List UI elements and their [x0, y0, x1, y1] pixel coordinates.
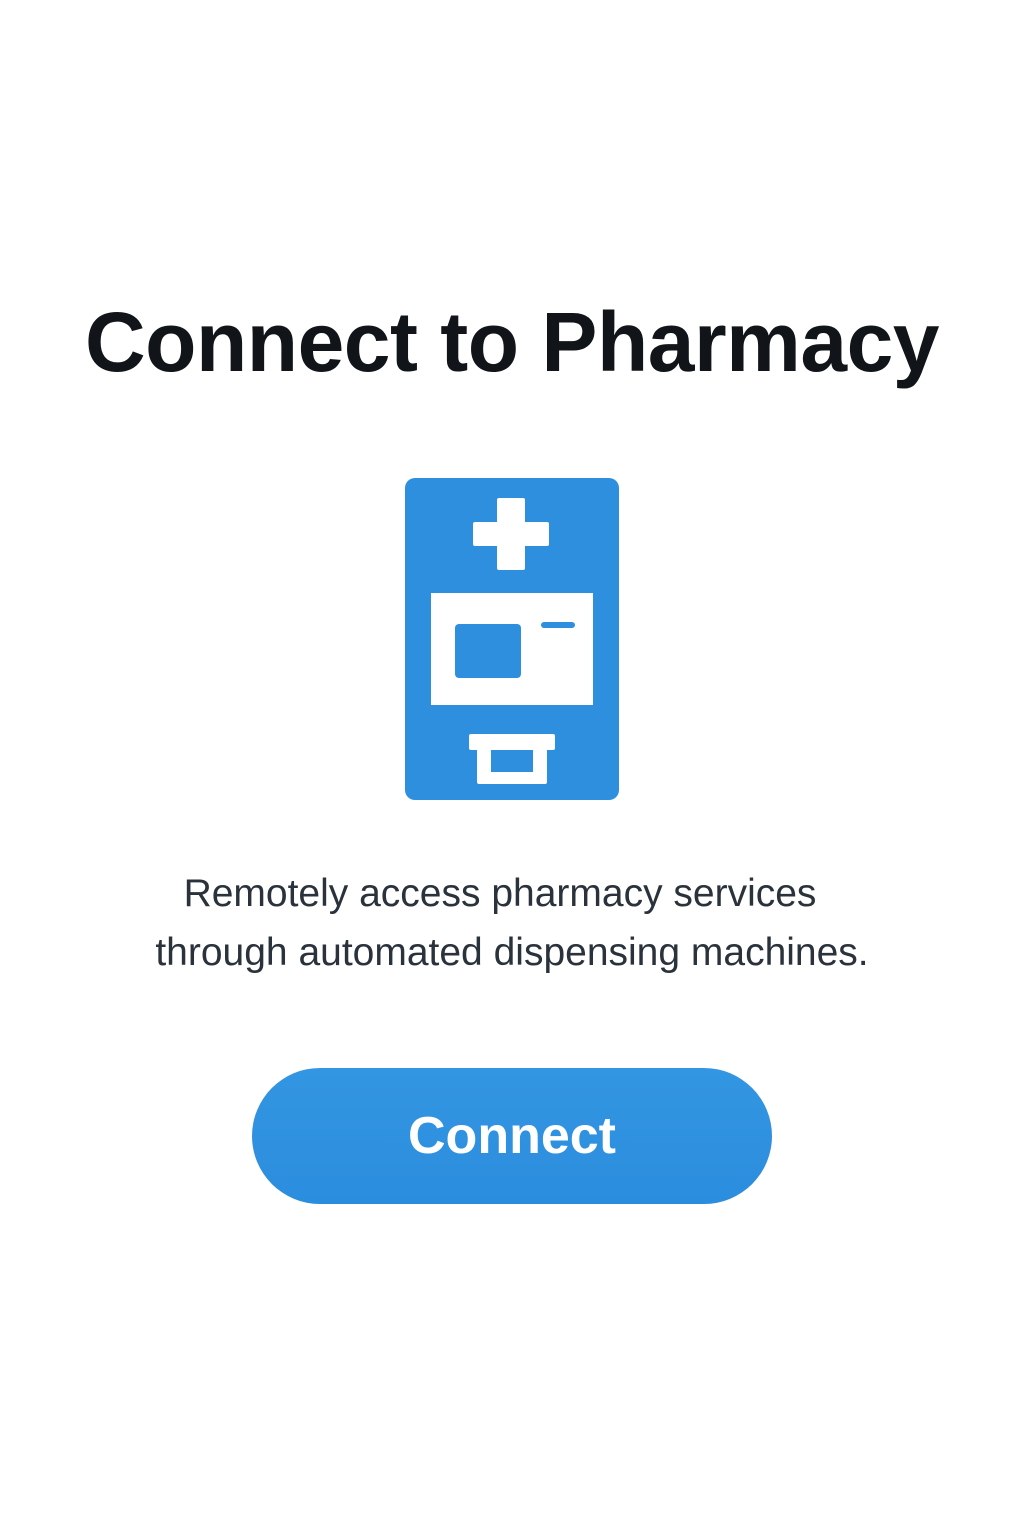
connect-button[interactable]: Connect: [252, 1068, 772, 1204]
pharmacy-kiosk-icon: [405, 478, 619, 800]
description-line-1: Remotely access pharmacy services: [183, 872, 817, 915]
page-title: Connect to Pharmacy: [84, 295, 940, 389]
description-text: Remotely access pharmacy services throug…: [100, 864, 924, 982]
connect-to-pharmacy-screen: Connect to Pharmacy Remotely access phar…: [0, 0, 1024, 1536]
description-line-2: through automated dispensing machines.: [155, 931, 869, 974]
